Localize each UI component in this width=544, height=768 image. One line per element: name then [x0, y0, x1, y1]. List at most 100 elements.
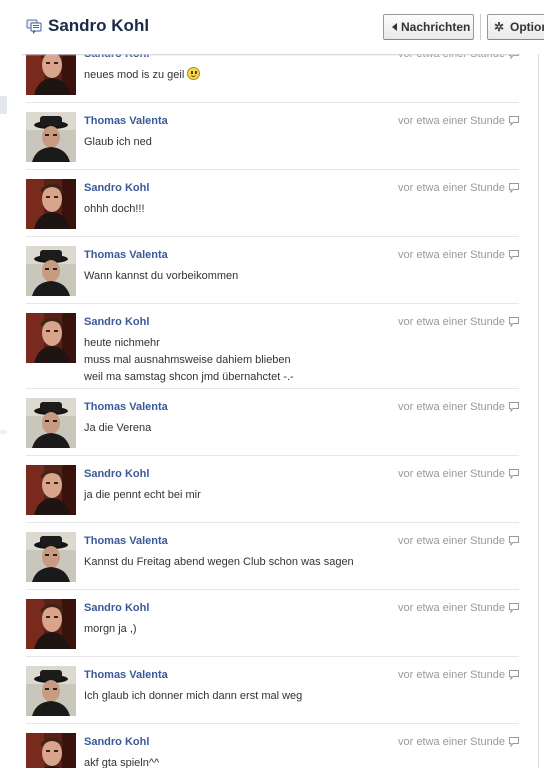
options-button[interactable]: ✲ Optionen [487, 14, 544, 40]
chevron-left-icon [392, 23, 397, 31]
message-text: Kannst du Freitag abend wegen Club schon… [84, 556, 354, 568]
avatar[interactable] [26, 599, 76, 649]
message-timestamp: vor etwa einer Stunde [397, 602, 505, 614]
messages-icon [26, 19, 42, 34]
avatar[interactable] [26, 532, 76, 582]
speech-bubble-icon[interactable] [509, 402, 519, 412]
message-list: Sandro Kohl vor etwa einer Stunde neues mo… [26, 36, 519, 768]
background-page-edge [0, 0, 8, 768]
message-timestamp: vor etwa einer Stunde [397, 535, 505, 547]
message-text: Ja die Verena [84, 422, 152, 434]
message-body: Glaub ich ned [84, 134, 152, 151]
message-timestamp: vor etwa einer Stunde [397, 249, 505, 261]
message-timestamp: vor etwa einer Stunde [397, 316, 505, 328]
message-author-link[interactable]: Sandro Kohl [84, 602, 149, 614]
message-author-link[interactable]: Thomas Valenta [84, 115, 168, 127]
speech-bubble-icon[interactable] [509, 536, 519, 546]
message-text: Glaub ich ned [84, 136, 152, 148]
message-line: Wann kannst du vorbeikommen [84, 268, 238, 285]
message-text: heute nichmehr [84, 337, 160, 349]
conversation-header: Sandro Kohl Nachrichten ✲ Optionen [0, 0, 544, 54]
avatar[interactable] [26, 666, 76, 716]
speech-bubble-icon[interactable] [509, 469, 519, 479]
speech-bubble-icon[interactable] [509, 670, 519, 680]
message-body: akf gta spieln^^ [84, 755, 159, 768]
speech-bubble-icon[interactable] [509, 603, 519, 613]
page-title: Sandro Kohl [48, 16, 150, 35]
message-line: Glaub ich ned [84, 134, 152, 151]
message-text: akf gta spieln^^ [84, 757, 160, 768]
message-timestamp: vor etwa einer Stunde [397, 401, 505, 413]
background-page-edge-right [536, 0, 544, 768]
message-text: morgn ja ,) [84, 623, 137, 635]
header-shadow [22, 54, 520, 56]
back-button-label: Nachrichten [401, 20, 471, 34]
message-body: ja die pennt echt bei mir [84, 487, 201, 504]
message-body: Ich glaub ich donner mich dann erst mal … [84, 688, 302, 705]
message-item: Thomas Valenta vor etwa einer Stunde Kanns… [26, 523, 519, 590]
avatar[interactable] [26, 313, 76, 363]
message-line: Kannst du Freitag abend wegen Club schon… [84, 554, 354, 571]
smiley-icon [187, 67, 201, 80]
message-body: neues mod is zu geil [84, 67, 201, 84]
gear-icon: ✲ [494, 20, 505, 34]
message-item: Sandro Kohl vor etwa einer Stunde ohhh doc… [26, 170, 519, 237]
message-author-link[interactable]: Thomas Valenta [84, 249, 168, 261]
avatar[interactable] [26, 246, 76, 296]
message-text: Wann kannst du vorbeikommen [84, 270, 239, 282]
message-author-link[interactable]: Sandro Kohl [84, 182, 149, 194]
message-body: morgn ja ,) [84, 621, 137, 638]
message-line: morgn ja ,) [84, 621, 137, 638]
speech-bubble-icon[interactable] [509, 317, 519, 327]
avatar[interactable] [26, 465, 76, 515]
message-item: Sandro Kohl vor etwa einer Stunde ja die p… [26, 456, 519, 523]
header-divider [480, 14, 481, 40]
speech-bubble-icon[interactable] [509, 183, 519, 193]
avatar[interactable] [26, 179, 76, 229]
message-line: ja die pennt echt bei mir [84, 487, 201, 504]
message-line: muss mal ausnahmsweise dahiem blieben [84, 352, 294, 369]
message-text: neues mod is zu geil [84, 69, 185, 81]
avatar[interactable] [26, 733, 76, 768]
message-author-link[interactable]: Sandro Kohl [84, 736, 149, 748]
message-item: Thomas Valenta vor etwa einer Stunde Ja di… [26, 389, 519, 456]
message-item: Sandro Kohl vor etwa einer Stunde morgn ja… [26, 590, 519, 657]
message-line: weil ma samstag shcon jmd übernahctet -.… [84, 369, 294, 386]
message-line: Ja die Verena [84, 420, 151, 437]
message-item: Thomas Valenta vor etwa einer Stunde Wann … [26, 237, 519, 304]
message-body: heute nichmehr muss mal ausnahmsweise dah… [84, 335, 294, 386]
message-line: heute nichmehr [84, 335, 294, 352]
avatar[interactable] [26, 398, 76, 448]
message-body: Wann kannst du vorbeikommen [84, 268, 238, 285]
options-button-label: Optionen [510, 20, 544, 34]
back-to-messages-button[interactable]: Nachrichten [383, 14, 474, 40]
message-text: weil ma samstag shcon jmd übernahctet -.… [84, 371, 294, 383]
message-text: muss mal ausnahmsweise dahiem blieben [84, 354, 291, 366]
avatar[interactable] [26, 112, 76, 162]
message-timestamp: vor etwa einer Stunde [397, 736, 505, 748]
message-timestamp: vor etwa einer Stunde [397, 669, 505, 681]
message-line: Ich glaub ich donner mich dann erst mal … [84, 688, 302, 705]
message-item: Sandro Kohl vor etwa einer Stunde akf gta … [26, 724, 519, 768]
message-item: Sandro Kohl vor etwa einer Stunde heute ni… [26, 304, 519, 389]
message-text: Ich glaub ich donner mich dann erst mal … [84, 690, 303, 702]
message-line: akf gta spieln^^ [84, 755, 159, 768]
message-text: ja die pennt echt bei mir [84, 489, 201, 501]
message-author-link[interactable]: Thomas Valenta [84, 535, 168, 547]
message-timestamp: vor etwa einer Stunde [397, 182, 505, 194]
message-item: Thomas Valenta vor etwa einer Stunde Glaub… [26, 103, 519, 170]
speech-bubble-icon[interactable] [509, 116, 519, 126]
message-body: ohhh doch!!! [84, 201, 145, 218]
speech-bubble-icon[interactable] [509, 737, 519, 747]
message-author-link[interactable]: Sandro Kohl [84, 468, 149, 480]
message-author-link[interactable]: Thomas Valenta [84, 401, 168, 413]
speech-bubble-icon[interactable] [509, 250, 519, 260]
message-author-link[interactable]: Thomas Valenta [84, 669, 168, 681]
message-body: Ja die Verena [84, 420, 151, 437]
message-author-link[interactable]: Sandro Kohl [84, 316, 149, 328]
message-timestamp: vor etwa einer Stunde [397, 468, 505, 480]
message-line: ohhh doch!!! [84, 201, 145, 218]
message-body: Kannst du Freitag abend wegen Club schon… [84, 554, 354, 571]
message-line: neues mod is zu geil [84, 67, 201, 84]
message-timestamp: vor etwa einer Stunde [397, 115, 505, 127]
